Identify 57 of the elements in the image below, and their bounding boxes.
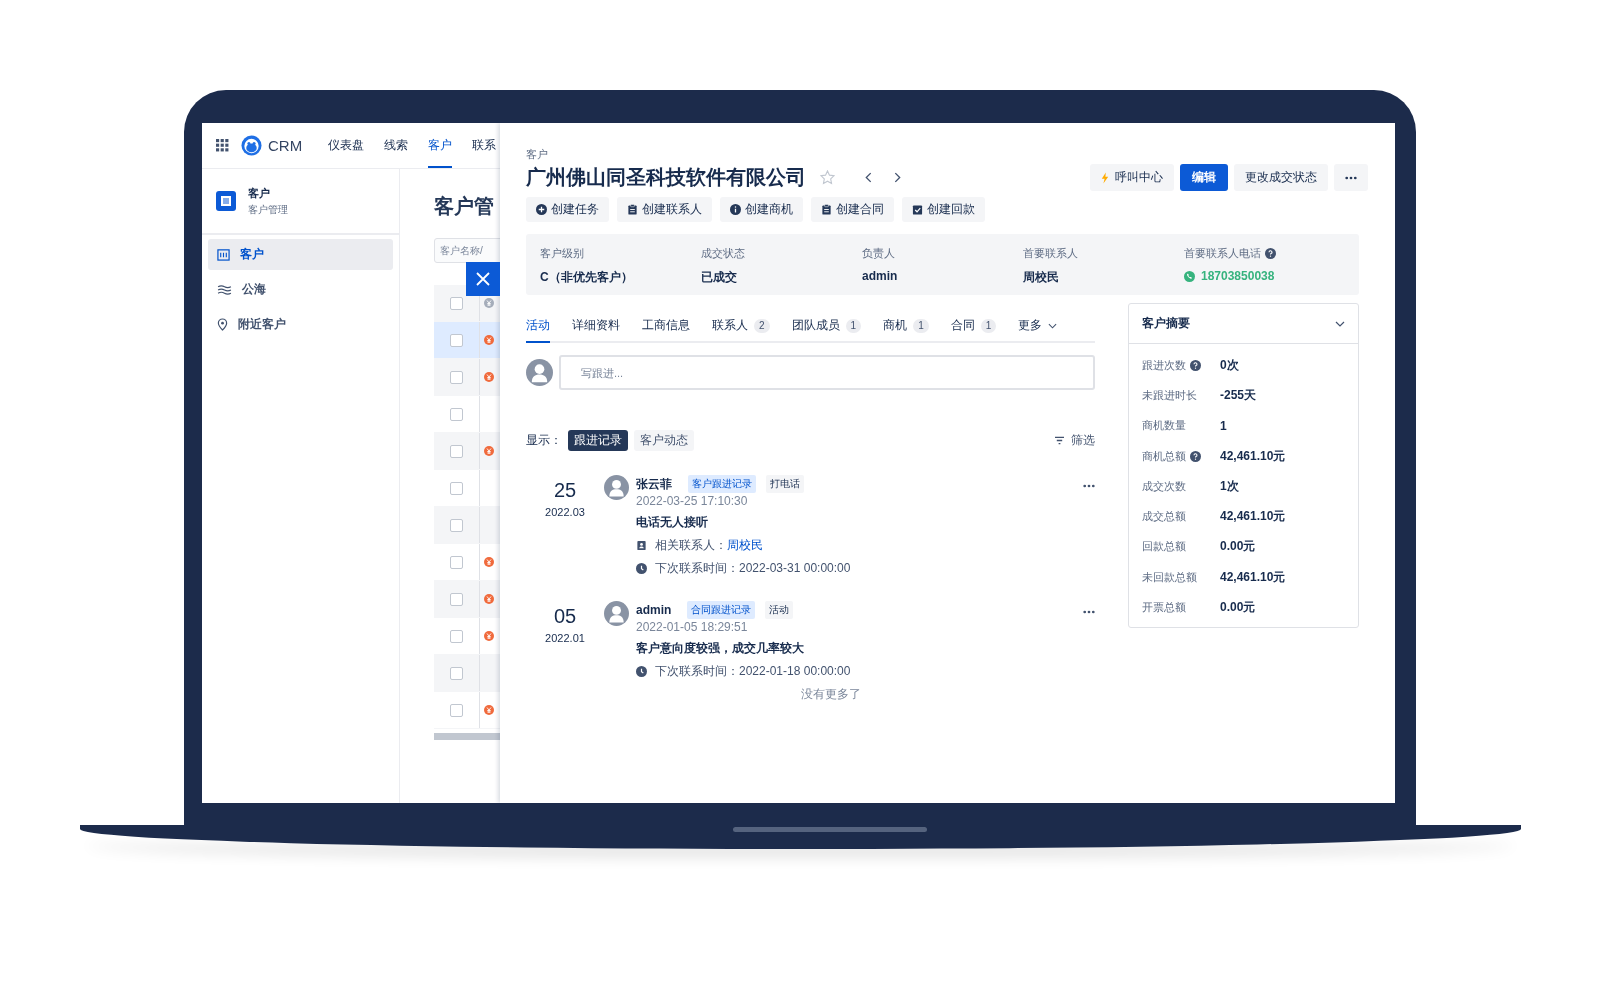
display-label: 显示： [526,432,562,449]
summary-label: 成交次数 [1142,478,1186,494]
summary-label: 开票总额 [1142,600,1186,615]
summary-value: 0.00元 [1220,538,1256,556]
breadcrumb: 客户 [526,147,549,162]
next-contact-time: 下次联系时间：2022-01-18 00:00:00 [655,663,851,680]
summary-value: 0.00元 [1220,599,1256,616]
summary-label: 成交总额 [1142,509,1186,525]
end-of-list-note: 没有更多了 [799,686,862,703]
record-month: 2022.03 [545,506,585,518]
field-label: 首要联系人 [1023,246,1078,261]
summary-label: 商机总额 [1142,448,1186,464]
field-value: 18703850038 [1201,269,1275,283]
count-badge: 1 [913,318,929,333]
record-time: 2022-01-05 18:29:51 [636,620,749,634]
record-content: 电话无人接听 [636,514,709,531]
related-contact: 相关联系人：周校民 [655,537,763,554]
record-author: admin [636,603,672,617]
record-day: 25 [553,479,577,502]
sidebar-subtitle: 客户管理 [248,202,288,217]
record-method-tag: 活动 [765,601,794,619]
summary-label: 未回款总额 [1142,569,1197,585]
summary-label: 商机数量 [1142,418,1186,434]
count-badge: 1 [980,318,997,333]
customer-title: 广州佛山同圣科技软件有限公司 [526,165,806,190]
field-label: 成交状态 [701,246,745,261]
record-method-tag: 打电话 [766,475,804,493]
summary-value: -255天 [1220,386,1257,404]
summary-label: 跟进次数 [1142,357,1186,373]
field-value: 已成交 [701,269,737,286]
next-contact-time: 下次联系时间：2022-03-31 00:00:00 [655,560,851,577]
summary-label: 未跟进时长 [1142,387,1197,403]
brand-name: CRM [268,137,303,154]
record-type-tag: 客户跟进记录 [688,475,756,493]
summary-value: 1 [1220,418,1227,433]
record-content: 客户意向度较强，成交几率较大 [636,640,805,657]
sidebar-title: 客户 [248,185,271,201]
count-badge: 1 [845,318,862,333]
summary-value: 0次 [1220,356,1239,374]
field-value: C（非优先客户） [540,269,633,286]
record-time: 2022-03-25 17:10:30 [636,494,749,508]
count-badge: 2 [754,318,770,333]
summary-title: 客户摘要 [1142,315,1190,332]
summary-value: 42,461.10元 [1220,447,1286,465]
summary-value: 1次 [1220,477,1239,495]
field-value: 周校民 [1023,269,1059,286]
summary-value: 42,461.10元 [1220,568,1286,586]
record-type-tag: 合同跟进记录 [687,601,756,619]
record-month: 2022.01 [545,632,585,644]
field-value: admin [862,269,898,283]
summary-value: 42,461.10元 [1220,508,1286,526]
field-label: 首要联系人电话 [1184,246,1261,261]
summary-label: 回款总额 [1142,539,1186,555]
record-day: 05 [553,605,577,628]
field-label: 负责人 [862,246,895,261]
page-title: 客户管 [434,194,494,219]
record-author: 张云菲 [636,475,672,493]
